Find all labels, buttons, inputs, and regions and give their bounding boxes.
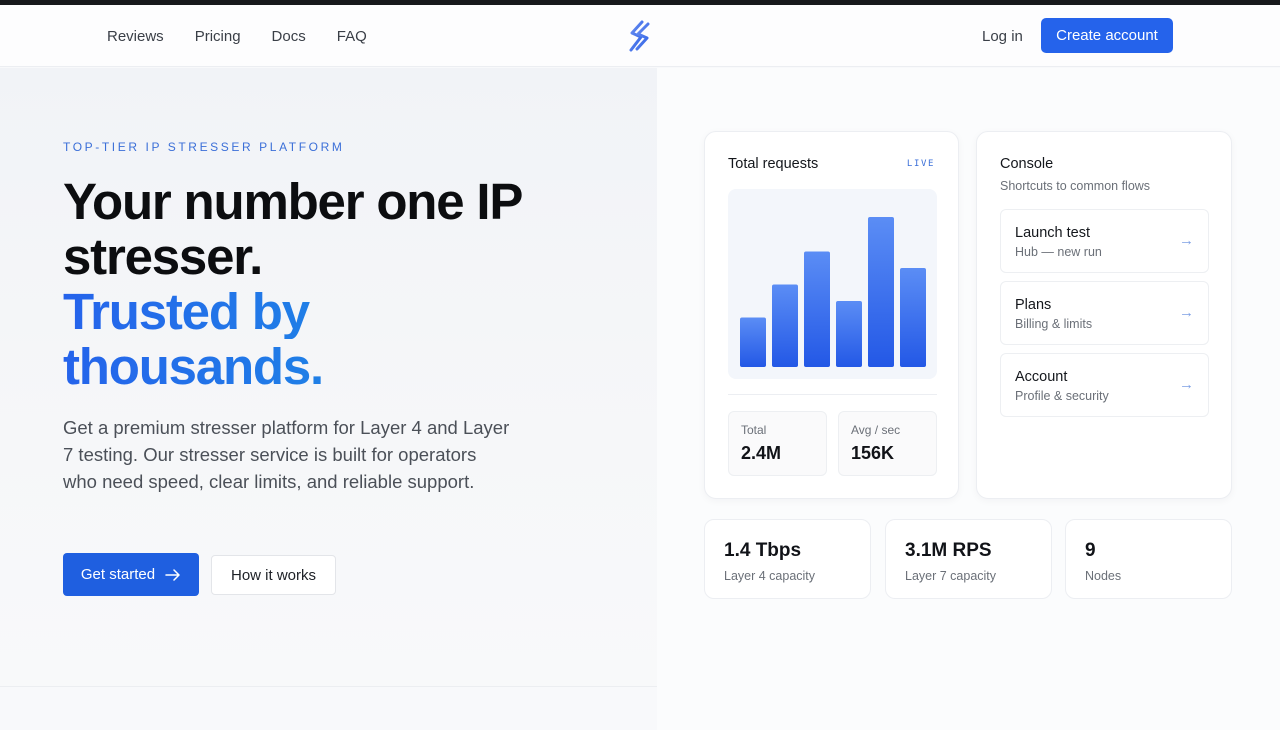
stat-avg-label: Avg / sec: [851, 423, 901, 437]
arrow-right-icon: →: [1179, 304, 1194, 321]
chart-bar: [772, 284, 798, 367]
metric-value: 9: [1085, 540, 1096, 561]
stat-avg-value: 156K: [851, 443, 895, 463]
hero-eyebrow: TOP-TIER IP STRESSER PLATFORM: [63, 140, 345, 154]
get-started-label: Get started: [80, 566, 156, 583]
metric-nodes: 9 Nodes: [1065, 519, 1232, 599]
chart-bar: [804, 251, 830, 367]
headline-accent-line-1: Trusted by: [63, 284, 623, 339]
console-item-subtitle: Profile & security: [1015, 389, 1109, 403]
chart-bar: [836, 301, 862, 367]
arrow-right-icon: [165, 568, 180, 581]
metric-label: Layer 7 capacity: [905, 569, 997, 583]
hero-description: Get a premium stresser platform for Laye…: [63, 417, 510, 492]
console-item-plans[interactable]: Plans Billing & limits →: [1000, 281, 1209, 345]
metric-layer7: 3.1M RPS Layer 7 capacity: [885, 519, 1052, 599]
live-badge: LIVE: [906, 159, 935, 169]
chart-bar: [900, 268, 926, 367]
get-started-button[interactable]: Get started: [63, 553, 199, 596]
nav-links: Reviews Pricing Docs FAQ: [107, 5, 367, 67]
stat-total: Total 2.4M: [728, 411, 827, 476]
metric-value: 1.4 Tbps: [724, 540, 802, 561]
stat-total-value: 2.4M: [741, 443, 782, 463]
console-item-launch-test[interactable]: Launch test Hub — new run →: [1000, 209, 1209, 273]
console-card: Console Shortcuts to common flows Launch…: [976, 131, 1232, 499]
console-subtitle: Shortcuts to common flows: [1000, 179, 1151, 193]
arrow-right-icon: →: [1179, 376, 1194, 393]
create-account-button[interactable]: Create account: [1041, 18, 1173, 53]
stat-total-label: Total: [741, 423, 767, 437]
requests-bar-chart: [728, 189, 937, 379]
requests-card-title: Total requests: [728, 156, 819, 172]
stat-avg-per-sec: Avg / sec 156K: [838, 411, 937, 476]
console-item-title: Launch test: [1015, 225, 1090, 241]
console-item-title: Plans: [1015, 297, 1052, 313]
console-title: Console: [1000, 156, 1054, 172]
hero-headline: Your number one IP stresser. Trusted by …: [63, 174, 623, 394]
metric-value: 3.1M RPS: [905, 540, 992, 561]
card-divider: [728, 394, 937, 395]
console-item-subtitle: Hub — new run: [1015, 245, 1102, 259]
console-item-account[interactable]: Account Profile & security →: [1000, 353, 1209, 417]
lightning-s-logo-icon[interactable]: [626, 20, 654, 52]
console-item-title: Account: [1015, 369, 1068, 385]
nav-link-pricing[interactable]: Pricing: [195, 28, 241, 45]
chart-bar: [740, 317, 766, 367]
headline-line-1: Your number one IP: [63, 173, 523, 230]
nav-link-reviews[interactable]: Reviews: [107, 28, 164, 45]
headline-accent-line-2: thousands.: [63, 339, 623, 394]
total-requests-card: Total requests LIVE Total 2.4M Avg / sec…: [704, 131, 959, 499]
nav-link-faq[interactable]: FAQ: [337, 28, 367, 45]
chart-bar: [868, 217, 894, 367]
nav-link-docs[interactable]: Docs: [272, 28, 306, 45]
how-it-works-button[interactable]: How it works: [211, 555, 336, 595]
metric-layer4: 1.4 Tbps Layer 4 capacity: [704, 519, 871, 599]
login-link[interactable]: Log in: [982, 5, 1023, 67]
metric-label: Layer 4 capacity: [724, 569, 816, 583]
arrow-right-icon: →: [1179, 232, 1194, 249]
metric-label: Nodes: [1085, 569, 1122, 583]
console-item-subtitle: Billing & limits: [1015, 317, 1093, 331]
headline-line-2: stresser.: [63, 228, 263, 285]
top-navigation: Reviews Pricing Docs FAQ Log in Create a…: [0, 5, 1280, 67]
